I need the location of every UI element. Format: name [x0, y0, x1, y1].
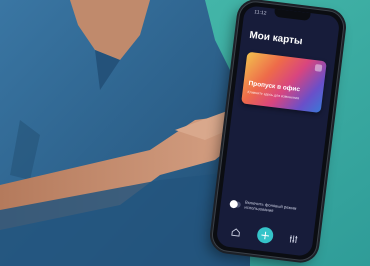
tab-bar: + — [216, 221, 313, 251]
status-time: 11:12 — [253, 9, 267, 17]
add-button[interactable]: + — [256, 226, 275, 245]
phone-notch — [273, 8, 311, 22]
background-mode-toggle[interactable] — [229, 199, 242, 209]
home-icon[interactable] — [231, 227, 241, 237]
toggle-knob — [229, 199, 239, 209]
pass-card[interactable]: Пропуск в офис Кликните здесь для измене… — [241, 51, 327, 114]
toggle-label: Включить фоновый режим использования — [244, 199, 297, 214]
card-logo-icon — [314, 64, 323, 72]
photo: 11:12 Мои карты Пропуск в офис Кликните … — [0, 0, 370, 266]
settings-icon[interactable] — [288, 234, 298, 244]
screen-title: Мои карты — [248, 29, 304, 48]
